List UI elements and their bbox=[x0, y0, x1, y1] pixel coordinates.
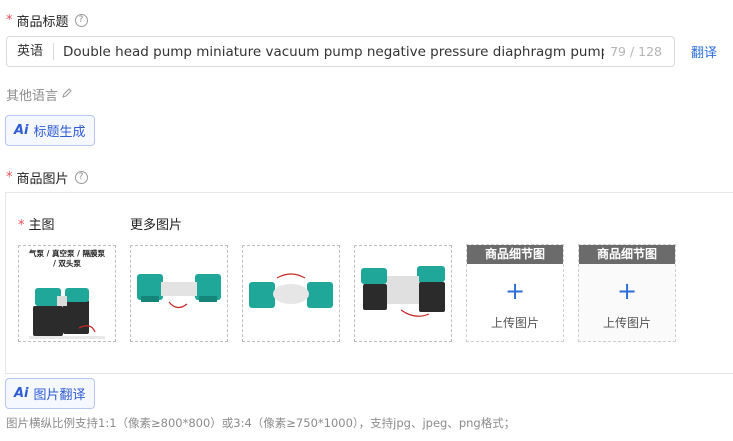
main-image-label-text: 主图 bbox=[28, 218, 55, 233]
other-languages-toggle[interactable]: 其他语言 bbox=[6, 85, 72, 104]
product-title-label: 商品标题 bbox=[16, 15, 69, 30]
detail-slot-header: 商品细节图 bbox=[467, 245, 563, 264]
upload-label: 上传图片 bbox=[490, 316, 539, 330]
more-images-label: 更多图片 bbox=[130, 218, 183, 233]
ai-icon: Ai bbox=[14, 386, 29, 401]
image-panel: * 主图 更多图片 气泵 / 真空泵 / 隔膜泵 / 双头泵 商品细节图 + 上… bbox=[5, 192, 733, 374]
edit-icon bbox=[61, 87, 72, 102]
language-tag[interactable]: 英语 bbox=[7, 43, 55, 60]
character-counter: 79 / 128 bbox=[610, 44, 662, 59]
ai-title-generate-label: 标题生成 bbox=[33, 125, 86, 140]
ai-image-translate-label: 图片翻译 bbox=[33, 388, 86, 403]
more-image-thumbnail[interactable] bbox=[130, 245, 228, 342]
plus-icon: + bbox=[504, 277, 526, 305]
pump-photo-icon bbox=[137, 274, 221, 309]
required-mark: * bbox=[6, 170, 13, 185]
product-images-label-row: * 商品图片 ? bbox=[6, 168, 88, 187]
translate-link[interactable]: 翻译 bbox=[691, 42, 717, 61]
more-image-thumbnail[interactable] bbox=[242, 245, 340, 342]
required-mark: * bbox=[18, 218, 25, 233]
detail-image-upload[interactable]: 商品细节图 + 上传图片 bbox=[578, 244, 676, 342]
product-title-label-row: * 商品标题 ? bbox=[6, 11, 88, 30]
pump-photo-icon bbox=[249, 273, 333, 308]
detail-slot-header: 商品细节图 bbox=[579, 245, 675, 264]
product-title-value[interactable]: Double head pump miniature vacuum pump n… bbox=[54, 44, 604, 60]
main-image-label: * 主图 bbox=[18, 214, 55, 233]
ai-image-translate-button[interactable]: Ai 图片翻译 bbox=[5, 378, 95, 409]
ai-icon: Ai bbox=[14, 123, 29, 138]
more-image-thumbnail[interactable] bbox=[354, 245, 452, 342]
question-circle-icon[interactable]: ? bbox=[74, 14, 88, 27]
plus-icon: + bbox=[616, 277, 638, 305]
question-circle-icon[interactable]: ? bbox=[74, 171, 88, 184]
required-mark: * bbox=[6, 13, 13, 28]
main-image-thumbnail[interactable]: 气泵 / 真空泵 / 隔膜泵 / 双头泵 bbox=[18, 245, 116, 342]
product-title-input[interactable]: 英语 Double head pump miniature vacuum pum… bbox=[6, 36, 675, 67]
pump-photo-icon bbox=[29, 288, 105, 339]
image-format-hint: 图片横纵比例支持1:1（像素≥800*800）或3:4（像素≥750*1000）… bbox=[6, 416, 516, 430]
product-images-label: 商品图片 bbox=[16, 172, 69, 187]
ai-title-generate-button[interactable]: Ai 标题生成 bbox=[5, 115, 95, 146]
other-languages-label: 其他语言 bbox=[6, 89, 59, 104]
main-image-caption: 气泵 / 真空泵 / 隔膜泵 / 双头泵 bbox=[29, 249, 105, 268]
detail-image-upload[interactable]: 商品细节图 + 上传图片 bbox=[466, 244, 564, 342]
pump-photo-icon bbox=[361, 266, 445, 317]
upload-label: 上传图片 bbox=[602, 316, 651, 330]
